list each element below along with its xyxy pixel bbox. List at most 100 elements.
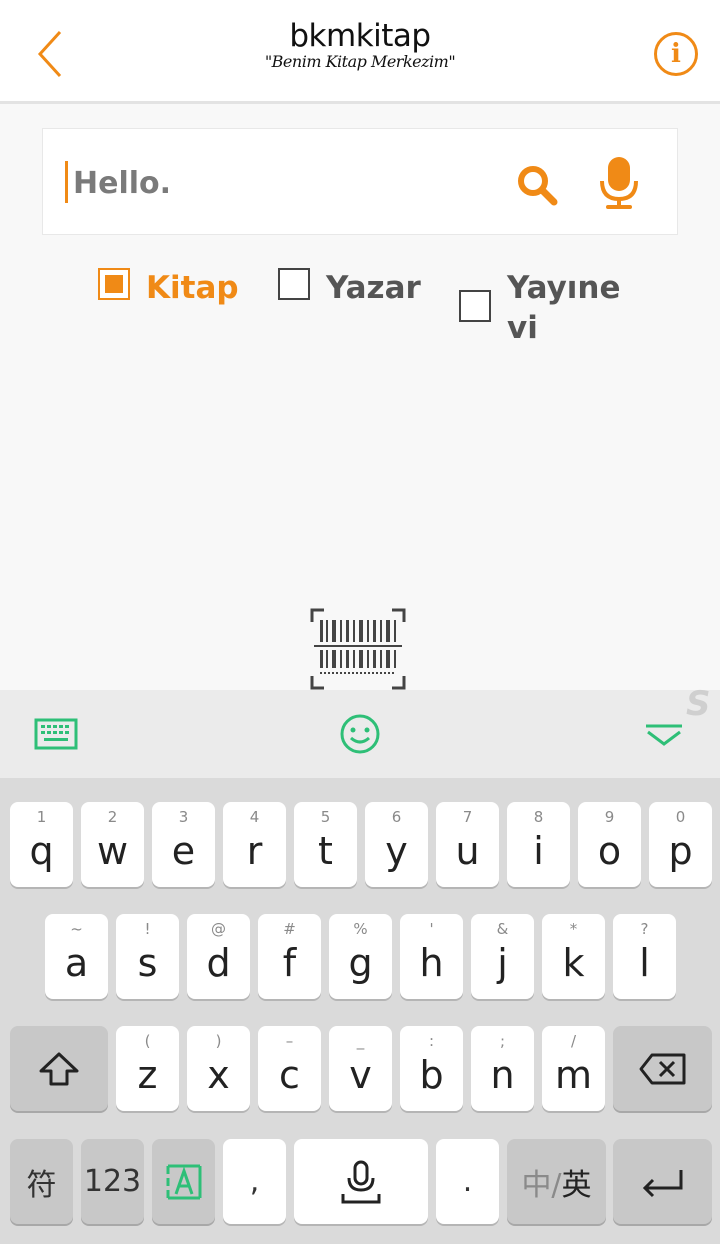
key-z[interactable]: (z (116, 1026, 179, 1111)
key-hint: 4 (249, 808, 260, 826)
search-input[interactable] (73, 153, 493, 213)
filter-option-kitap[interactable]: Kitap (98, 268, 239, 308)
brand-logo: bkmkitap "Benim Kitap Merkezim" (0, 18, 720, 71)
key-hint: 7 (462, 808, 473, 826)
microphone-icon (341, 1160, 381, 1203)
yazar-checkbox[interactable] (278, 268, 310, 300)
key-d[interactable]: @ d (187, 914, 250, 999)
key-label: s (137, 941, 158, 985)
key-hint: # (283, 920, 296, 938)
emoji-icon[interactable] (338, 712, 382, 756)
key-label: x (207, 1053, 230, 1097)
key-h[interactable]: ' h (400, 914, 463, 999)
yayinevi-checkbox[interactable] (459, 290, 491, 322)
space-voice-key-face (294, 1139, 428, 1224)
key-r[interactable]: 4r (223, 802, 286, 887)
enter-key[interactable] (613, 1139, 712, 1224)
text-cursor (65, 161, 68, 203)
key-q[interactable]: 1q (10, 802, 73, 887)
key-x[interactable]: ) x (187, 1026, 250, 1111)
enter-key-face (613, 1139, 712, 1224)
key-v[interactable]: _ v (329, 1026, 392, 1111)
brand-name: bkmkitap (289, 18, 431, 54)
key-o[interactable]: 9o (578, 802, 641, 887)
key-hint: ! (144, 920, 151, 938)
key-e[interactable]: 3e (152, 802, 215, 887)
input-mode-key-face (152, 1139, 215, 1224)
key-b[interactable]: :b (400, 1026, 463, 1111)
search-box (42, 128, 678, 235)
language-switch-key[interactable]: 中/英 (507, 1139, 606, 1224)
key-g[interactable]: % g (329, 914, 392, 999)
key-u[interactable]: 7u (436, 802, 499, 887)
key-label: r (246, 829, 263, 873)
microphone-icon[interactable] (599, 155, 639, 211)
keyboard-toolbar: S (0, 684, 720, 778)
key-label: q (29, 829, 54, 873)
search-icon[interactable] (515, 163, 559, 207)
key-p[interactable]: 0p (649, 802, 712, 887)
key-label: d (206, 941, 231, 985)
key-s[interactable]: ! s (116, 914, 179, 999)
key-label: l (639, 941, 650, 985)
key-label: f (282, 941, 297, 985)
key-hint: % (353, 920, 368, 938)
key-label: g (348, 941, 373, 985)
key-label: h (419, 941, 444, 985)
key-label: n (490, 1053, 515, 1097)
key-l[interactable]: ? l (613, 914, 676, 999)
key-i[interactable]: 8i (507, 802, 570, 887)
shift-key-face (10, 1026, 108, 1111)
brand-slogan: "Benim Kitap Merkezim" (264, 52, 456, 71)
backspace-key[interactable] (613, 1026, 712, 1111)
input-mode-key[interactable] (152, 1139, 215, 1224)
symbols-key[interactable]: 符 (10, 1139, 73, 1224)
comma-key[interactable]: , (223, 1139, 286, 1224)
key-label: c (279, 1053, 300, 1097)
filter-option-yazar[interactable]: Yazar (278, 268, 421, 308)
info-icon[interactable]: i (654, 32, 698, 76)
key-hint: / (570, 1032, 577, 1050)
key-m[interactable]: / m (542, 1026, 605, 1111)
key-hint: & (496, 920, 509, 938)
filter-option-yayinevi[interactable]: Yayıne vi (459, 268, 621, 348)
keyboard-icon[interactable] (34, 712, 78, 756)
key-hint: 9 (604, 808, 615, 826)
key-hint: @ (211, 920, 226, 938)
period-key-label: . (462, 1164, 473, 1199)
yayinevi-label-line1: Yayıne (507, 270, 621, 306)
period-key[interactable]: . (436, 1139, 499, 1224)
key-label: p (668, 829, 693, 873)
text-mode-icon (166, 1164, 201, 1199)
key-label: t (318, 829, 333, 873)
key-y[interactable]: 6y (365, 802, 428, 887)
numbers-key[interactable]: 123 (81, 1139, 144, 1224)
hide-keyboard-icon[interactable] (642, 712, 686, 756)
key-j[interactable]: & j (471, 914, 534, 999)
comma-key-label: , (249, 1164, 260, 1199)
numbers-key-label: 123 (83, 1164, 142, 1199)
kitap-checkbox[interactable] (98, 268, 130, 300)
key-hint: _ (356, 1032, 365, 1050)
backspace-icon (639, 1053, 685, 1084)
key-hint: 2 (107, 808, 118, 826)
language-option-zh: 中/ (521, 1167, 562, 1203)
key-label: m (554, 1053, 593, 1097)
barcode-scan-icon[interactable] (310, 608, 406, 690)
soft-keyboard: S 1q 2w 3e 4r 5t 6y 7u 8i 9o 0p ~ a ! s @ d… (0, 684, 720, 1244)
key-n[interactable]: ; n (471, 1026, 534, 1111)
language-option-en: 英 (561, 1167, 592, 1203)
key-hint: ' (429, 920, 434, 938)
app-header: bkmkitap "Benim Kitap Merkezim" i (0, 0, 720, 104)
space-voice-key[interactable] (294, 1139, 428, 1224)
key-k[interactable]: * k (542, 914, 605, 999)
key-a[interactable]: ~ a (45, 914, 108, 999)
backspace-key-face (613, 1026, 712, 1111)
key-f[interactable]: # f (258, 914, 321, 999)
key-t[interactable]: 5t (294, 802, 357, 887)
key-w[interactable]: 2w (81, 802, 144, 887)
key-hint: ? (640, 920, 649, 938)
shift-key[interactable] (10, 1026, 108, 1111)
key-c[interactable]: – c (258, 1026, 321, 1111)
key-hint: 8 (533, 808, 544, 826)
